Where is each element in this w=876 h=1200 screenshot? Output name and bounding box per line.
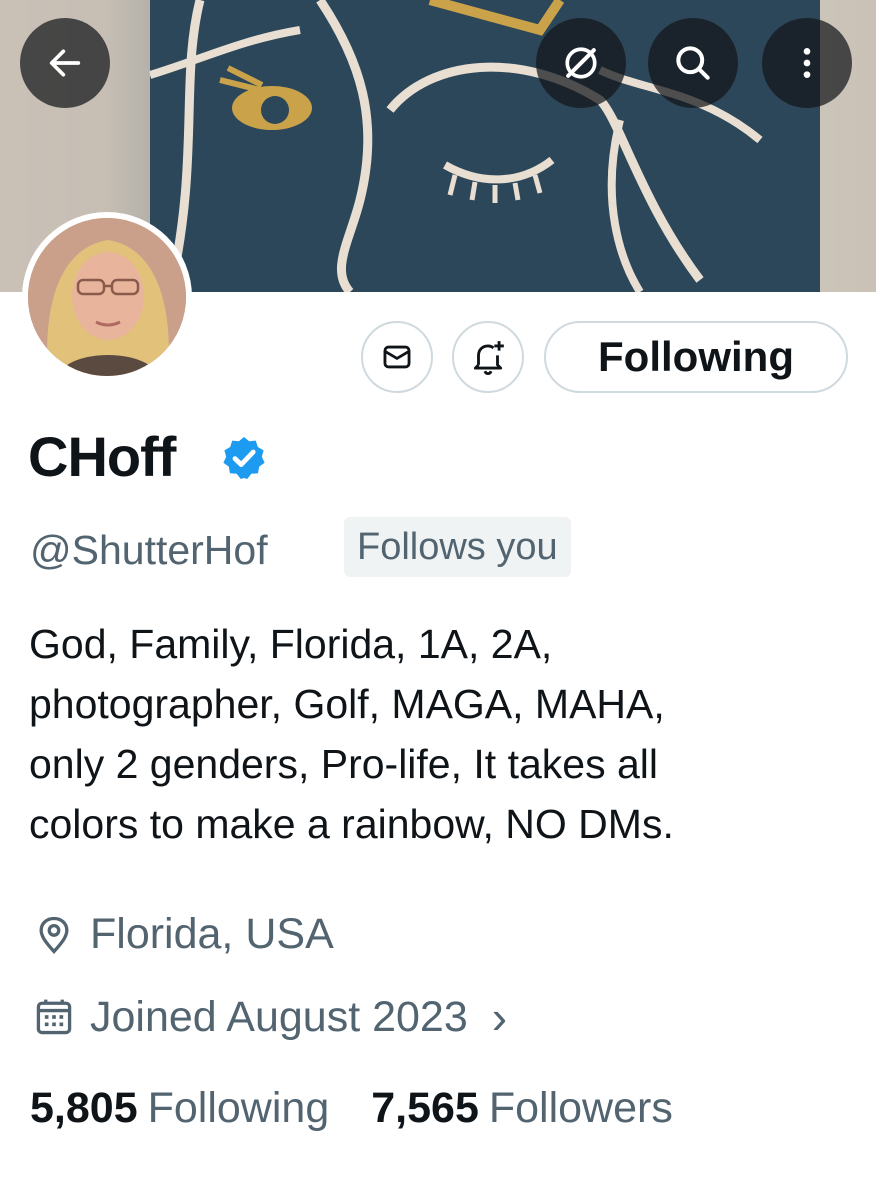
bell-plus-icon [473, 341, 504, 376]
avatar[interactable] [22, 212, 192, 382]
user-handle: @ShutterHof [30, 527, 268, 573]
search-button[interactable] [648, 18, 738, 108]
following-label[interactable]: Following [148, 1084, 330, 1133]
following-count[interactable]: 5,805 [30, 1084, 138, 1133]
profile-bio: God, Family, Florida, 1A, 2A, photograph… [29, 621, 674, 847]
display-name: CHoff [28, 425, 176, 488]
followers-count[interactable]: 7,565 [371, 1084, 479, 1133]
verified-badge-icon[interactable] [220, 434, 268, 482]
follows-you-badge: Follows you [344, 517, 571, 577]
following-button[interactable]: Following [544, 321, 848, 393]
more-vertical-icon [803, 48, 811, 78]
avatar-image [28, 218, 186, 376]
arrow-left-icon [49, 49, 81, 77]
followers-label[interactable]: Followers [489, 1084, 673, 1133]
joined-row[interactable]: Joined August 2023 › [32, 990, 507, 1044]
message-button[interactable] [361, 321, 433, 393]
follow-stats: 5,805 Following 7,565 Followers [30, 1084, 673, 1133]
joined-text: Joined August 2023 [90, 992, 468, 1041]
grok-icon [565, 47, 597, 79]
location-pin-icon [39, 916, 69, 954]
grok-button[interactable] [536, 18, 626, 108]
back-button[interactable] [20, 18, 110, 108]
envelope-icon [383, 345, 411, 369]
chevron-right-icon: › [491, 991, 508, 1043]
search-icon [676, 46, 710, 80]
location-text: Florida, USA [90, 910, 334, 958]
calendar-icon [36, 999, 72, 1035]
notify-button[interactable] [452, 321, 524, 393]
more-button[interactable] [762, 18, 852, 108]
location-row: Florida, USA [32, 910, 334, 959]
